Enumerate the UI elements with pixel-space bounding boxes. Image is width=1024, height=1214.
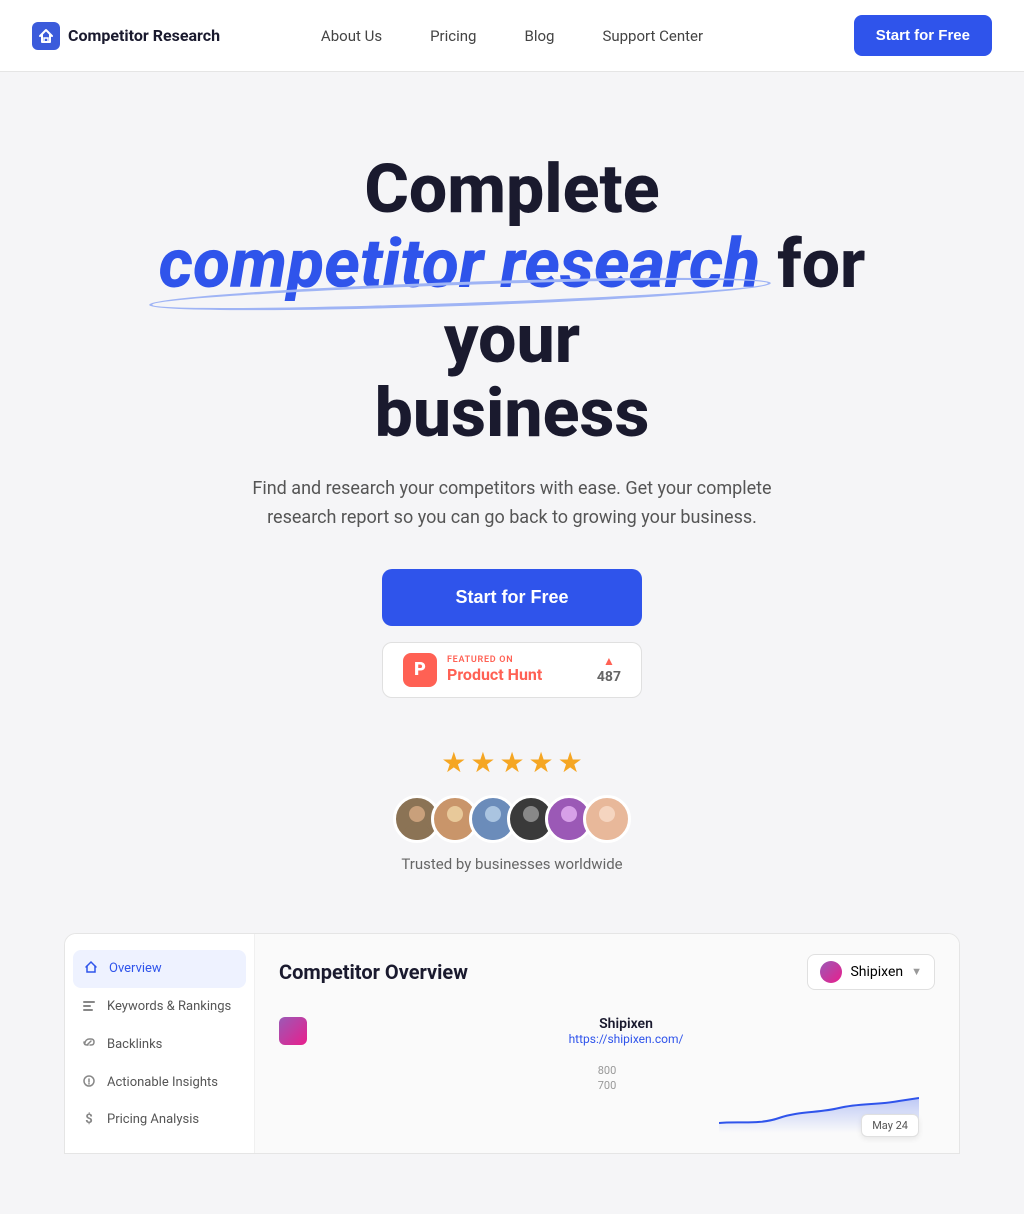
preview-dropdown[interactable]: Shipixen ▼	[807, 954, 935, 990]
ph-featured-label: FEATURED ON	[447, 655, 513, 665]
sidebar-item-overview[interactable]: Overview	[73, 950, 246, 988]
competitor-url: https://shipixen.com/	[317, 1032, 935, 1046]
star-3: ★	[499, 746, 524, 779]
sidebar-item-backlinks[interactable]: Backlinks	[65, 1026, 254, 1064]
dropdown-icon	[820, 961, 842, 983]
star-5: ★	[558, 746, 583, 779]
sidebar-label-keywords: Keywords & Rankings	[107, 999, 231, 1014]
preview-header: Competitor Overview Shipixen ▼	[279, 954, 935, 990]
ph-number: 487	[597, 669, 621, 685]
preview-main-title: Competitor Overview	[279, 960, 468, 984]
star-4: ★	[529, 746, 554, 779]
logo[interactable]: Competitor Research	[32, 22, 220, 50]
insights-icon	[81, 1074, 97, 1092]
hero-title-part1: Complete	[364, 149, 659, 229]
dropdown-chevron-icon: ▼	[911, 965, 922, 978]
nav-support[interactable]: Support Center	[602, 27, 703, 45]
hero-cta-button[interactable]: Start for Free	[382, 569, 642, 626]
ph-name: Product Hunt	[447, 665, 542, 684]
avatar-6	[583, 795, 631, 843]
chart-container: 800 700	[279, 1064, 935, 1092]
star-1: ★	[441, 746, 466, 779]
sidebar-label-overview: Overview	[109, 961, 162, 976]
sidebar-label-backlinks: Backlinks	[107, 1037, 162, 1052]
sidebar-item-pricing[interactable]: $ Pricing Analysis	[65, 1102, 254, 1137]
chart-y2: 700	[279, 1079, 935, 1092]
chart-y1: 800	[279, 1064, 935, 1077]
preview-sidebar: Overview Keywords & Rankings	[65, 934, 255, 1153]
preview-section: Overview Keywords & Rankings	[64, 933, 960, 1154]
avatar-group	[40, 795, 984, 843]
sidebar-item-keywords[interactable]: Keywords & Rankings	[65, 988, 254, 1026]
may-badge: May 24	[861, 1114, 919, 1137]
ph-count: ▲ 487	[597, 654, 621, 685]
competitor-info: Shipixen https://shipixen.com/	[317, 1016, 935, 1046]
hero-title: Complete competitor research for yourbus…	[122, 152, 902, 451]
ph-arrow-icon: ▲	[603, 654, 615, 668]
nav-links: About Us Pricing Blog Support Center	[321, 27, 703, 45]
trust-text: Trusted by businesses worldwide	[40, 855, 984, 873]
nav-blog[interactable]: Blog	[524, 27, 554, 45]
hero-title-highlight: competitor research	[159, 227, 761, 302]
star-rating: ★ ★ ★ ★ ★	[40, 746, 984, 779]
backlinks-icon	[81, 1036, 97, 1054]
nav-pricing[interactable]: Pricing	[430, 27, 476, 45]
competitor-icon	[279, 1017, 307, 1045]
overview-icon	[83, 960, 99, 978]
hero-section: Complete competitor research for yourbus…	[0, 72, 1024, 1214]
product-hunt-badge[interactable]: P FEATURED ON Product Hunt ▲ 487	[382, 642, 642, 698]
preview-main: Competitor Overview Shipixen ▼ Shipixen …	[255, 934, 959, 1153]
logo-text: Competitor Research	[68, 26, 220, 45]
pricing-icon: $	[81, 1112, 97, 1127]
ph-icon: P	[403, 653, 437, 687]
sidebar-item-insights[interactable]: Actionable Insights	[65, 1064, 254, 1102]
nav-about[interactable]: About Us	[321, 27, 382, 45]
ph-text: FEATURED ON Product Hunt	[447, 655, 542, 684]
navigation: Competitor Research About Us Pricing Blo…	[0, 0, 1024, 72]
star-2: ★	[470, 746, 495, 779]
sidebar-label-insights: Actionable Insights	[107, 1075, 218, 1090]
hero-subtitle: Find and research your competitors with …	[232, 475, 792, 533]
nav-cta-button[interactable]: Start for Free	[854, 15, 992, 56]
sidebar-label-pricing: Pricing Analysis	[107, 1112, 199, 1127]
logo-icon	[32, 22, 60, 50]
keywords-icon	[81, 998, 97, 1016]
competitor-row: Shipixen https://shipixen.com/	[279, 1006, 935, 1056]
dropdown-label: Shipixen	[850, 964, 903, 980]
